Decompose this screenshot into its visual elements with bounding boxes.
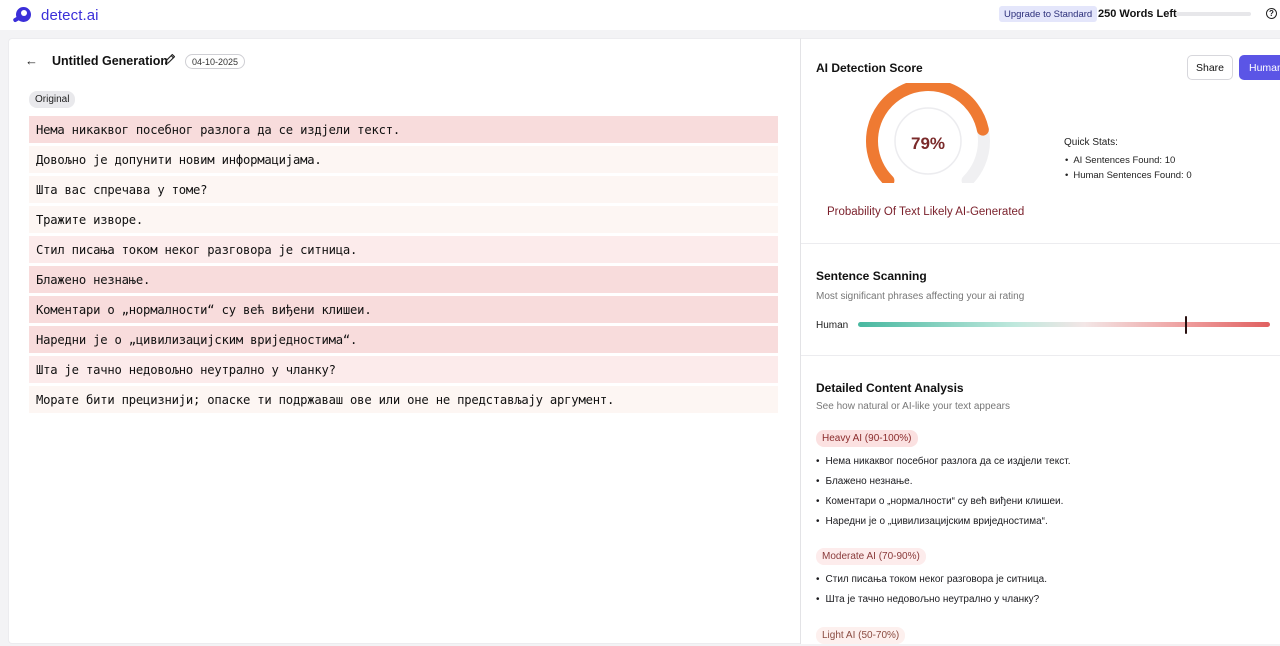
words-left-progress [1176, 12, 1251, 16]
results-panel: AI Detection Score Share Human 79% Proba… [800, 38, 1280, 644]
sentence-row[interactable]: Довољно је допунити новим информацијама. [29, 146, 778, 173]
original-view-badge[interactable]: Original [29, 91, 76, 108]
sentence-scanning-subtitle: Most significant phrases affecting your … [816, 291, 1025, 302]
list-item: Наредни је о „цивилизацијским вриједност… [816, 515, 1070, 535]
moderate-ai-badge: Moderate AI (70-90%) [816, 548, 926, 565]
list-item: Блажено незнање. [816, 475, 1070, 495]
light-ai-badge: Light AI (50-70%) [816, 627, 906, 644]
quick-stats-title: Quick Stats: [1064, 137, 1118, 148]
top-bar: detect.ai Upgrade to Standard 250 Words … [0, 0, 1280, 30]
quick-stat-ai-sentences: AI Sentences Found: 10 [1065, 155, 1192, 166]
moderate-ai-list: Стил писања током неког разговора је сит… [816, 573, 1047, 613]
detection-title: AI Detection Score [816, 61, 923, 75]
quick-stats-list: AI Sentences Found: 10 Human Sentences F… [1065, 155, 1192, 185]
sentence-scanning-title: Sentence Scanning [816, 269, 927, 283]
sentence-row[interactable]: Шта вас спречава у томе? [29, 176, 778, 203]
list-item: Нема никаквог посебног разлога да се изд… [816, 455, 1071, 475]
content-analysis-title: Detailed Content Analysis [816, 381, 964, 395]
logo-text: detect.ai [41, 6, 99, 24]
divider [801, 243, 1280, 244]
back-arrow-icon[interactable]: ← [25, 53, 38, 68]
sentence-row[interactable]: Коментари о „нормалности“ су већ виђени … [29, 296, 778, 323]
list-item: Коментари о „нормалности“ су већ виђени … [816, 495, 1070, 515]
date-badge: 04-10-2025 [185, 54, 246, 69]
sentence-row[interactable]: Шта је тачно недовољно неутрално у чланк… [29, 356, 778, 383]
probability-label: Probability Of Text Likely AI-Generated [827, 206, 1025, 218]
sentence-row[interactable]: Тражите изворе. [29, 206, 778, 233]
scale-human-label: Human [816, 320, 849, 331]
help-icon[interactable]: ? [1266, 8, 1277, 19]
document-title: Untitled Generation [52, 54, 168, 68]
logo[interactable]: detect.ai [12, 5, 99, 25]
list-item: Стил писања током неког разговора је сит… [816, 573, 1047, 593]
sentence-row[interactable]: Морате бити прецизнији; опаске ти подржа… [29, 386, 778, 413]
document-panel: ← Untitled Generation 04-10-2025 Origina… [8, 38, 800, 644]
quick-stat-human-sentences: Human Sentences Found: 0 [1065, 170, 1191, 181]
content-analysis-subtitle: See how natural or AI-like your text app… [816, 401, 1010, 412]
ai-scale-bar [858, 322, 1270, 327]
heavy-ai-list: Нема никаквог посебног разлога да се изд… [816, 455, 1071, 535]
heavy-ai-badge: Heavy AI (90-100%) [816, 430, 918, 447]
score-gauge [866, 83, 990, 183]
divider [801, 355, 1280, 356]
words-left-label: 250 Words Left [1098, 8, 1177, 20]
edit-pencil-icon[interactable] [163, 52, 177, 66]
humanize-button[interactable]: Human [1239, 55, 1280, 80]
share-button[interactable]: Share [1187, 55, 1233, 80]
list-item: Шта је тачно недовољно неутрално у чланк… [816, 593, 1047, 613]
sentence-row[interactable]: Стил писања током неког разговора је сит… [29, 236, 778, 263]
upgrade-button[interactable]: Upgrade to Standard [999, 6, 1098, 22]
ai-scale-marker [1184, 316, 1188, 334]
sentence-row[interactable]: Наредни је о „цивилизацијским вриједност… [29, 326, 778, 353]
logo-icon [12, 5, 35, 25]
sentence-row[interactable]: Блажено незнање. [29, 266, 778, 293]
score-percent: 79% [910, 134, 946, 153]
sentence-list: Нема никаквог посебног разлога да се изд… [29, 116, 778, 416]
sentence-row[interactable]: Нема никаквог посебног разлога да се изд… [29, 116, 778, 143]
